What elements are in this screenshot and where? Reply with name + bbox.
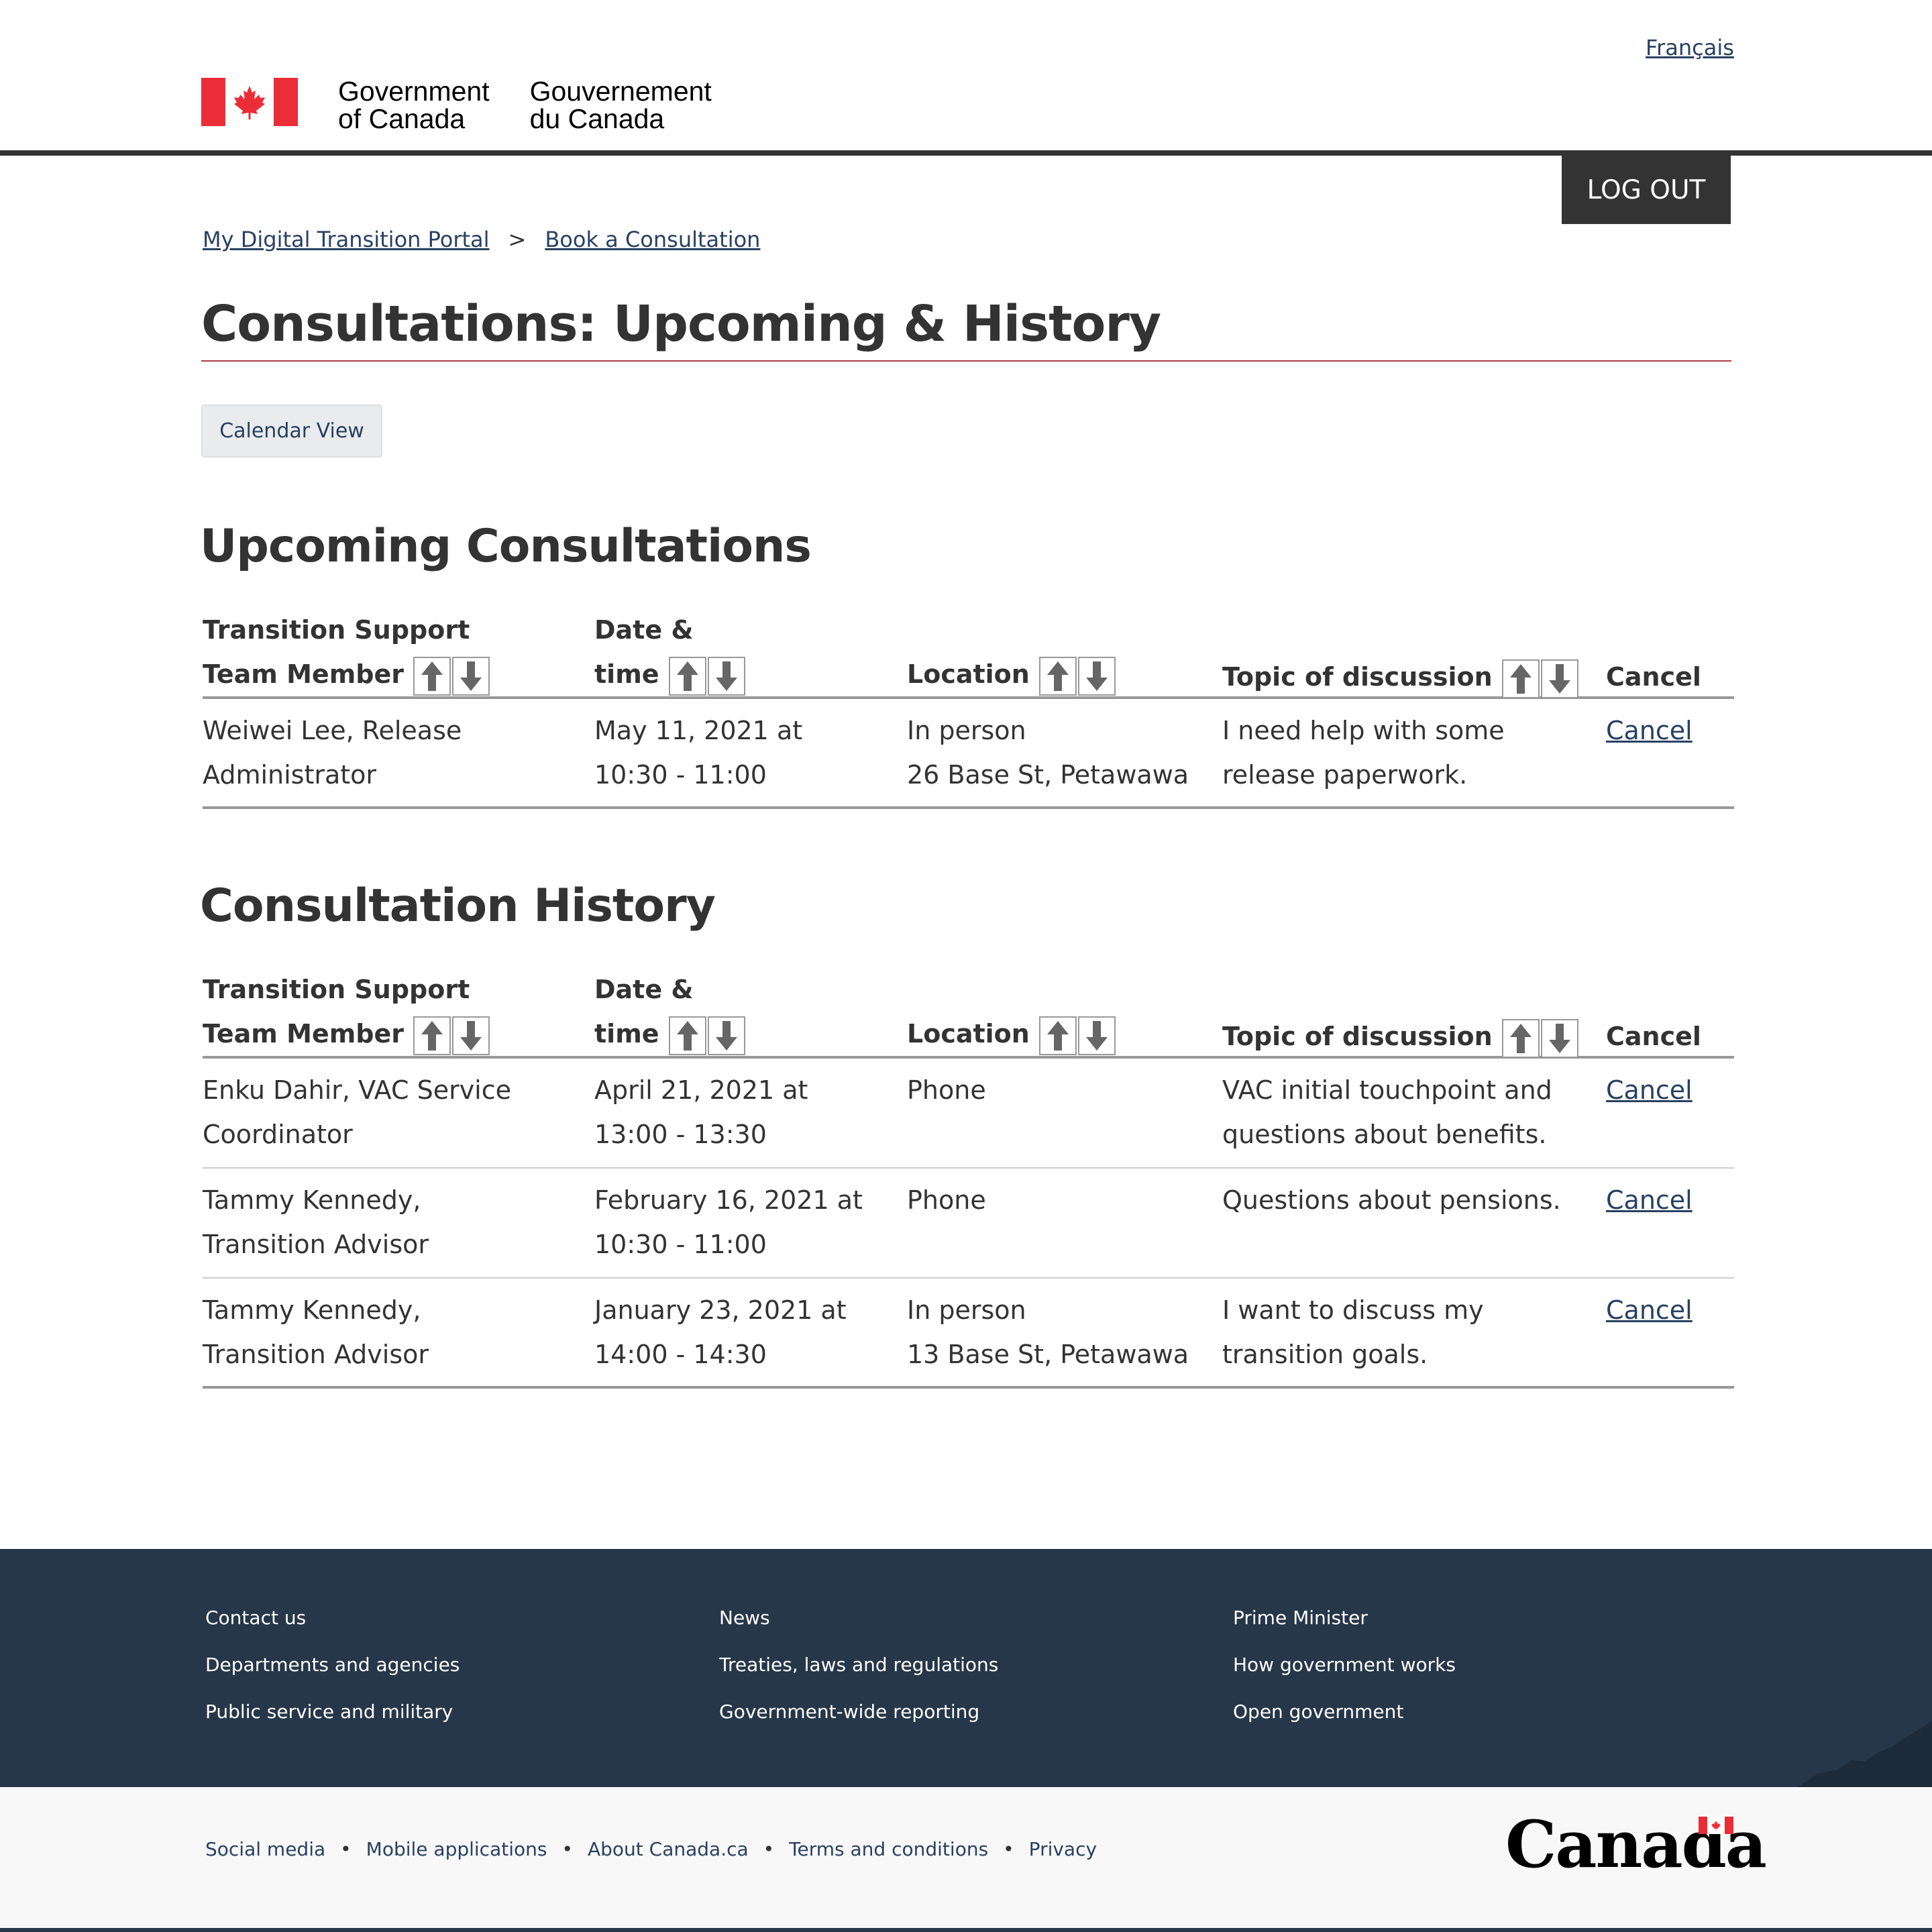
table-row: Tammy Kennedy, Transition Advisor January…: [203, 1279, 1734, 1389]
breadcrumb-separator: >: [508, 227, 527, 252]
cell-location: Phone: [907, 1075, 986, 1105]
signature-en: Government of Canada: [338, 76, 490, 134]
column-header-cancel: Cancel: [1606, 1022, 1701, 1051]
table-row: Weiwei Lee, Release Administrator May 11,…: [203, 699, 1734, 809]
sort-ascending-icon[interactable]: [1501, 1018, 1540, 1058]
canada-flag-icon: [201, 78, 298, 126]
cell-location: In person 26 Base St, Petawawa: [907, 716, 1189, 790]
sort-descending-icon[interactable]: [1540, 659, 1578, 698]
title-underline: [201, 360, 1731, 362]
cell-member: Weiwei Lee, Release Administrator: [203, 716, 462, 790]
cell-topic: Questions about pensions.: [1222, 1185, 1561, 1215]
sort-descending-icon[interactable]: [707, 1016, 745, 1055]
upcoming-section-title: Upcoming Consultations: [200, 520, 812, 573]
sub-link-mobile-applications[interactable]: Mobile applications: [366, 1838, 547, 1860]
history-table: Transition Support Team Member Date & ti…: [203, 965, 1734, 1389]
cell-member: Enku Dahir, VAC Service Coordinator: [203, 1075, 512, 1149]
footer-column-2: News Treaties, laws and regulations Gove…: [719, 1595, 998, 1735]
separator-dot: •: [763, 1838, 775, 1860]
cell-topic: VAC initial touchpoint and questions abou…: [1222, 1075, 1552, 1149]
table-row: Enku Dahir, VAC Service Coordinator April…: [203, 1059, 1734, 1169]
footer-link-open-government[interactable]: Open government: [1233, 1688, 1456, 1735]
signature-fr: Gouvernement du Canada: [529, 76, 712, 134]
sub-link-privacy[interactable]: Privacy: [1029, 1838, 1097, 1860]
bottom-border: [0, 1928, 1932, 1932]
sub-link-terms[interactable]: Terms and conditions: [789, 1838, 988, 1860]
sub-link-social-media[interactable]: Social media: [205, 1838, 325, 1860]
landscape-decoration-icon: [1798, 1720, 1932, 1787]
table-header: Transition Support Team Member Date & ti…: [203, 965, 1734, 1059]
column-header-location: Location: [907, 1012, 1202, 1056]
sub-link-about-canada[interactable]: About Canada.ca: [588, 1838, 749, 1860]
footer-link-departments[interactable]: Departments and agencies: [205, 1642, 460, 1688]
breadcrumb: My Digital Transition Portal > Book a Co…: [203, 227, 760, 252]
logout-button[interactable]: LOG OUT: [1562, 156, 1731, 224]
footer-link-prime-minister[interactable]: Prime Minister: [1233, 1595, 1456, 1642]
sort-descending-icon[interactable]: [452, 656, 490, 696]
footer-link-news[interactable]: News: [719, 1595, 998, 1642]
history-section-title: Consultation History: [200, 879, 716, 932]
footer-link-reporting[interactable]: Government-wide reporting: [719, 1688, 998, 1735]
calendar-view-button[interactable]: Calendar View: [201, 405, 382, 458]
cell-topic: I need help with some release paperwork.: [1222, 716, 1505, 790]
canada-wordmark: Canada: [1505, 1811, 1767, 1878]
cell-member: Tammy Kennedy, Transition Advisor: [203, 1185, 429, 1259]
column-header-date: Date & time: [594, 608, 890, 696]
sort-ascending-icon[interactable]: [668, 656, 706, 696]
header-divider: [0, 150, 1932, 156]
separator-dot: •: [1003, 1838, 1014, 1860]
cell-date: February 16, 2021 at 10:30 - 11:00: [594, 1185, 863, 1259]
footer-link-contact-us[interactable]: Contact us: [205, 1595, 460, 1642]
upcoming-table: Transition Support Team Member Date & ti…: [203, 605, 1734, 809]
footer-link-public-service[interactable]: Public service and military: [205, 1688, 460, 1735]
column-header-topic: Topic of discussion: [1222, 1014, 1598, 1059]
table-row: Tammy Kennedy, Transition Advisor Februar…: [203, 1169, 1734, 1279]
sort-descending-icon[interactable]: [1540, 1018, 1578, 1058]
sort-ascending-icon[interactable]: [1038, 1016, 1077, 1055]
footer-sub: Social media • Mobile applications • Abo…: [0, 1787, 1932, 1932]
column-header-topic: Topic of discussion: [1222, 655, 1598, 699]
column-header-member: Transition Support Team Member: [203, 967, 578, 1056]
sort-descending-icon[interactable]: [1077, 1016, 1116, 1055]
language-toggle-link[interactable]: Français: [1646, 35, 1734, 60]
column-header-date: Date & time: [594, 967, 890, 1056]
sort-ascending-icon[interactable]: [1038, 656, 1077, 696]
cell-date: January 23, 2021 at 14:00 - 14:30: [594, 1295, 847, 1369]
cell-location: In person 13 Base St, Petawawa: [907, 1295, 1189, 1369]
cancel-link[interactable]: Cancel: [1606, 708, 1733, 753]
government-signature[interactable]: Government of Canada Gouvernement du Can…: [201, 78, 712, 133]
breadcrumb-book-consultation-link[interactable]: Book a Consultation: [545, 227, 760, 252]
cell-date: April 21, 2021 at 13:00 - 13:30: [594, 1075, 808, 1149]
cell-location: Phone: [907, 1185, 986, 1215]
cancel-link[interactable]: Cancel: [1606, 1178, 1733, 1222]
column-header-location: Location: [907, 652, 1202, 696]
footer-link-treaties[interactable]: Treaties, laws and regulations: [719, 1642, 998, 1688]
cancel-link[interactable]: Cancel: [1606, 1288, 1733, 1332]
sort-ascending-icon[interactable]: [668, 1016, 706, 1055]
sort-ascending-icon[interactable]: [1501, 659, 1540, 698]
breadcrumb-portal-link[interactable]: My Digital Transition Portal: [203, 227, 490, 252]
sort-ascending-icon[interactable]: [413, 1016, 451, 1055]
footer-column-3: Prime Minister How government works Open…: [1233, 1595, 1456, 1735]
table-header: Transition Support Team Member Date & ti…: [203, 605, 1734, 699]
cell-date: May 11, 2021 at 10:30 - 11:00: [594, 716, 803, 790]
separator-dot: •: [561, 1838, 573, 1860]
cancel-link[interactable]: Cancel: [1606, 1068, 1733, 1112]
footer-sub-links: Social media • Mobile applications • Abo…: [205, 1838, 1097, 1860]
sort-ascending-icon[interactable]: [413, 656, 451, 696]
page-title: Consultations: Upcoming & History: [201, 295, 1161, 353]
footer-column-1: Contact us Departments and agencies Publ…: [205, 1595, 460, 1735]
wordmark-flag-icon: [1699, 1817, 1733, 1834]
sort-descending-icon[interactable]: [452, 1016, 490, 1055]
footer-link-how-government-works[interactable]: How government works: [1233, 1642, 1456, 1688]
separator-dot: •: [340, 1838, 352, 1860]
sort-descending-icon[interactable]: [1077, 656, 1116, 696]
cell-member: Tammy Kennedy, Transition Advisor: [203, 1295, 429, 1369]
footer-main: Contact us Departments and agencies Publ…: [0, 1549, 1932, 1787]
sort-descending-icon[interactable]: [707, 656, 745, 696]
column-header-cancel: Cancel: [1606, 662, 1701, 692]
column-header-member: Transition Support Team Member: [203, 608, 578, 696]
cell-topic: I want to discuss my transition goals.: [1222, 1295, 1484, 1369]
